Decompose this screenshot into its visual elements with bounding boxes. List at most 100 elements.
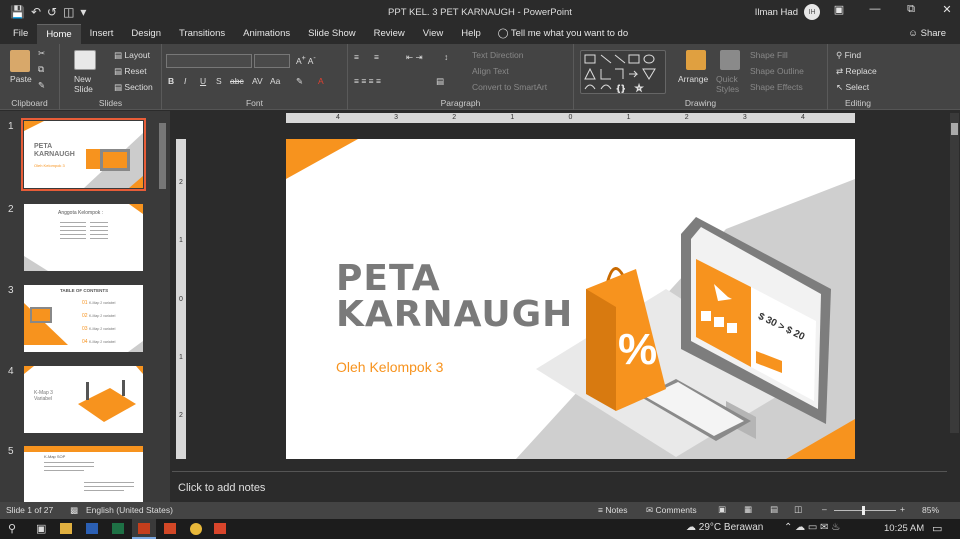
- align-buttons[interactable]: ≡ ≡ ≡ ≡: [354, 76, 381, 86]
- thumbnail-pane[interactable]: 1 PETA KARNAUGH Oleh Kelompok 3 2 Anggot…: [0, 111, 170, 502]
- file-explorer-icon[interactable]: [60, 523, 72, 534]
- tab-animations[interactable]: Animations: [234, 24, 299, 44]
- tab-file[interactable]: File: [4, 24, 37, 44]
- quick-styles-icon[interactable]: [720, 50, 740, 70]
- zoom-slider[interactable]: [834, 506, 896, 515]
- redo-icon[interactable]: ↺: [47, 5, 57, 19]
- tab-design[interactable]: Design: [122, 24, 170, 44]
- find-button[interactable]: ⚲ Find: [836, 50, 861, 61]
- slide-thumbnail-2[interactable]: Anggota Kelompok :: [24, 204, 143, 271]
- arrange-icon[interactable]: [686, 50, 706, 70]
- clock[interactable]: 10:25 AM: [884, 523, 924, 534]
- copy-icon[interactable]: ⧉: [38, 64, 44, 75]
- slide-scrollbar[interactable]: [950, 113, 959, 433]
- word-icon[interactable]: [86, 523, 98, 534]
- shape-effects-button[interactable]: Shape Effects: [750, 82, 803, 92]
- cut-icon[interactable]: ✂: [38, 48, 45, 59]
- font-size-buttons[interactable]: A+ A-: [296, 54, 316, 66]
- zoom-level[interactable]: 85%: [922, 505, 939, 515]
- zoom-out-icon[interactable]: –: [822, 504, 827, 514]
- highlight-icon[interactable]: ✎: [296, 76, 303, 87]
- font-color-icon[interactable]: A: [318, 76, 324, 86]
- line-spacing-icon[interactable]: ↕: [444, 52, 448, 62]
- strikethrough-icon[interactable]: abc: [230, 76, 244, 86]
- close-icon[interactable]: ✕: [940, 3, 954, 16]
- thumbnail-row-1[interactable]: 1 PETA KARNAUGH Oleh Kelompok 3: [0, 118, 160, 193]
- zoom-in-icon[interactable]: +: [900, 504, 905, 514]
- new-slide-icon[interactable]: [74, 50, 96, 70]
- layout-button[interactable]: ▤ Layout: [114, 50, 150, 61]
- weather-widget[interactable]: ☁ 29°C Berawan: [686, 522, 763, 533]
- format-painter-icon[interactable]: ✎: [38, 80, 45, 91]
- replace-button[interactable]: ⇄ Replace: [836, 66, 877, 77]
- spelling-icon[interactable]: ▩: [70, 505, 78, 516]
- powerpoint-taskbar-button[interactable]: [132, 519, 156, 539]
- tab-home[interactable]: Home: [37, 24, 81, 44]
- restore-icon[interactable]: ⧉: [904, 3, 918, 16]
- quick-styles-button[interactable]: Quick Styles: [716, 74, 739, 94]
- notes-pane[interactable]: Click to add notes: [172, 471, 947, 501]
- notes-button[interactable]: ≡ Notes: [598, 505, 628, 515]
- ribbon-display-icon[interactable]: ▣: [832, 3, 846, 16]
- app-icon[interactable]: [214, 523, 226, 534]
- indent-icon[interactable]: ⇤ ⇥: [406, 52, 423, 63]
- system-tray-icons[interactable]: ⌃ ☁ ▭ ✉ ♨: [784, 522, 840, 533]
- slide-thumbnail-3[interactable]: TABLE OF CONTENTS 01 K-Map 2 variabel 02…: [24, 285, 143, 352]
- task-view-icon[interactable]: ▣: [36, 522, 46, 535]
- minimize-icon[interactable]: —: [868, 3, 882, 16]
- share-button[interactable]: ☺ Share: [908, 28, 946, 39]
- slide-canvas[interactable]: % PETA KARNAUGH Oleh Kelompok 3 $ 30 > $…: [286, 139, 855, 459]
- shapes-gallery[interactable]: { } ☆: [580, 50, 666, 94]
- search-icon[interactable]: ⚲: [8, 522, 16, 535]
- save-icon[interactable]: 💾: [10, 5, 25, 19]
- paste-button[interactable]: Paste: [10, 74, 32, 84]
- reset-button[interactable]: ▤ Reset: [114, 66, 147, 77]
- shape-fill-button[interactable]: Shape Fill: [750, 50, 788, 60]
- tab-insert[interactable]: Insert: [81, 24, 123, 44]
- columns-icon[interactable]: ▤: [436, 76, 444, 87]
- scrollbar-thumb[interactable]: [951, 123, 958, 135]
- select-button[interactable]: ↖ Select: [836, 82, 869, 93]
- italic-icon[interactable]: I: [184, 76, 186, 86]
- normal-view-icon[interactable]: ▣: [718, 504, 726, 515]
- user-account[interactable]: Ilman Had IH: [755, 4, 820, 20]
- slide-thumbnail-1[interactable]: PETA KARNAUGH Oleh Kelompok 3: [21, 118, 146, 191]
- reading-view-icon[interactable]: ▤: [770, 504, 778, 515]
- tab-help[interactable]: Help: [452, 24, 490, 44]
- language-label[interactable]: English (United States): [86, 505, 173, 515]
- excel-icon[interactable]: [112, 523, 124, 534]
- notification-icon[interactable]: ▭: [932, 522, 942, 535]
- text-direction-button[interactable]: Text Direction: [472, 50, 524, 60]
- scrollbar-thumb[interactable]: [159, 123, 166, 189]
- arrange-button[interactable]: Arrange: [678, 74, 708, 84]
- paste-icon[interactable]: [10, 50, 30, 72]
- customize-qat-icon[interactable]: ▾: [80, 5, 86, 19]
- slide-thumbnail-4[interactable]: K-Map 3 Variabel: [24, 366, 143, 433]
- bullets-icon[interactable]: ≡: [354, 52, 359, 62]
- tab-review[interactable]: Review: [365, 24, 414, 44]
- new-slide-button[interactable]: New Slide: [74, 74, 93, 94]
- slide-thumbnail-5[interactable]: K-Map SOP: [24, 446, 143, 502]
- comments-button[interactable]: ✉ Comments: [646, 505, 697, 516]
- shadow-icon[interactable]: S: [216, 76, 222, 86]
- thumbnail-row-4[interactable]: 4 K-Map 3 Variabel: [0, 366, 160, 438]
- section-button[interactable]: ▤ Section: [114, 82, 153, 93]
- slideshow-view-icon[interactable]: ◫: [794, 504, 802, 515]
- undo-icon[interactable]: ↶: [31, 5, 41, 19]
- bold-icon[interactable]: B: [168, 76, 174, 86]
- chrome-icon[interactable]: [190, 523, 202, 535]
- underline-icon[interactable]: U: [200, 76, 206, 86]
- change-case-icon[interactable]: Aa: [270, 76, 280, 86]
- thumbnail-scrollbar[interactable]: [158, 113, 167, 500]
- thumbnail-row-2[interactable]: 2 Anggota Kelompok :: [0, 204, 160, 276]
- thumbnail-row-3[interactable]: 3 TABLE OF CONTENTS 01 K-Map 2 variabel …: [0, 285, 160, 357]
- shape-outline-button[interactable]: Shape Outline: [750, 66, 804, 76]
- font-size-combo[interactable]: [254, 54, 290, 68]
- tab-slide-show[interactable]: Slide Show: [299, 24, 365, 44]
- tell-me-search[interactable]: ◯ Tell me what you want to do: [498, 24, 628, 44]
- slide-title[interactable]: PETA KARNAUGH: [336, 261, 573, 333]
- font-family-combo[interactable]: [166, 54, 252, 68]
- align-text-button[interactable]: Align Text: [472, 66, 509, 76]
- slideshow-start-icon[interactable]: ◫: [63, 5, 74, 19]
- char-spacing-icon[interactable]: AV: [252, 76, 263, 86]
